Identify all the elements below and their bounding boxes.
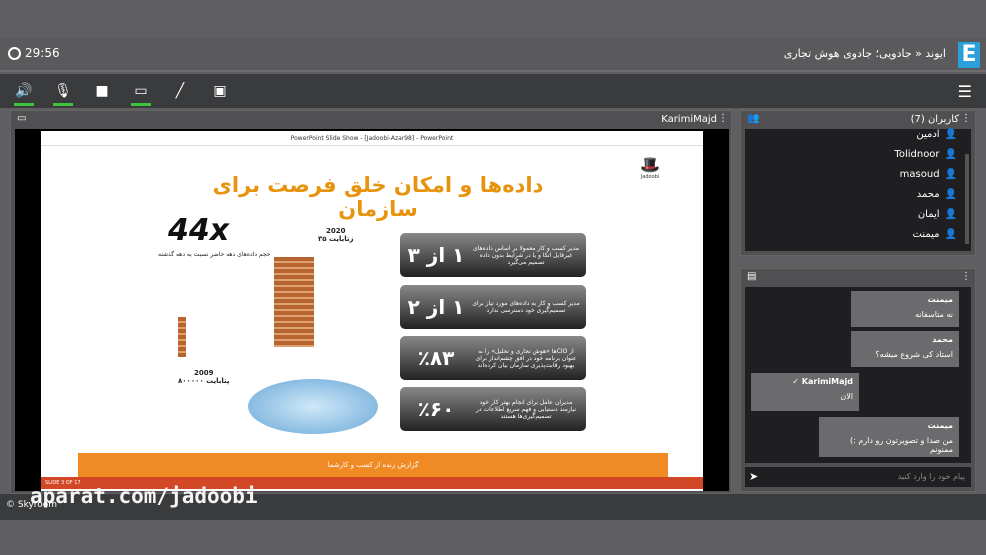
user-item[interactable]: 👤 محمد bbox=[917, 189, 957, 200]
chat-message: میمنت نه متاسفانه bbox=[851, 291, 959, 327]
scrollbar[interactable] bbox=[965, 154, 969, 244]
user-item[interactable]: 👤 ادمین bbox=[916, 129, 957, 140]
chat-panel: ▤ ⋮ میمنت نه متاسفانه محمد استاد کی شروع م… bbox=[740, 268, 976, 492]
user-item[interactable]: 👤 Tolidnoor bbox=[894, 149, 957, 160]
slide-title: داده‌ها و امکان خلق فرصت برای سازمان bbox=[212, 173, 544, 221]
big-stat: 44x bbox=[168, 213, 230, 248]
app-logo: E bbox=[958, 42, 980, 68]
panel-header: 👥 کاربران (7) ⋮ bbox=[741, 111, 975, 129]
session-timer: 29:56 bbox=[8, 46, 60, 60]
user-item[interactable]: 👤 ایمان bbox=[918, 209, 957, 220]
screen-share-panel: ▭ KarimiMajd ⋮ PowerPoint Slide Show - [… bbox=[10, 110, 732, 494]
data-stack-2020 bbox=[274, 257, 314, 347]
slide: داده‌ها و امکان خلق فرصت برای سازمان 🎩 Ja… bbox=[78, 147, 668, 477]
powerpoint-window: PowerPoint Slide Show - [Jadoobi-Azar98]… bbox=[41, 131, 703, 491]
big-stat-caption: حجم داده‌های دهه حاضر نسبت به دهه گذشته bbox=[158, 251, 271, 258]
message-input[interactable]: ➤ پیام خود را وارد کنید bbox=[745, 467, 971, 487]
user-item[interactable]: 👤 masoud bbox=[900, 169, 957, 180]
chat-messages: میمنت نه متاسفانه محمد استاد کی شروع میشه؟… bbox=[745, 287, 971, 463]
panel-header: ▤ ⋮ bbox=[741, 269, 975, 287]
social-media-image bbox=[248, 379, 378, 434]
media-icon[interactable]: ▣ bbox=[211, 82, 229, 100]
speaker-icon[interactable]: 🔊 bbox=[14, 82, 34, 106]
window-title: PowerPoint Slide Show - [Jadoobi-Azar98]… bbox=[41, 131, 703, 146]
users-icon: 👥 bbox=[747, 113, 760, 124]
users-panel: 👥 کاربران (7) ⋮ 👤 ادمین 👤 Tolidnoor 👤 masou… bbox=[740, 110, 976, 256]
data-stack-2009 bbox=[178, 317, 186, 357]
top-bar: 29:56 ایوند « جادویی؛ جادوی هوش تجاری E bbox=[0, 38, 986, 72]
users-list: 👤 ادمین 👤 Tolidnoor 👤 masoud 👤 محمد 👤 ایمان 👤… bbox=[745, 129, 971, 251]
stat-card: مدیر کسب و کار معمولا بر اساس داده‌های غ… bbox=[400, 233, 586, 277]
timer-text: 29:56 bbox=[25, 46, 60, 60]
chat-message-own: KarimiMajd ✓ الان bbox=[751, 373, 859, 411]
stat-card: از CIOها «هوش تجاری و تحلیل» را به عنوان… bbox=[400, 336, 586, 380]
year-2009: 2009 ۸۰۰۰۰۰ پتابایت bbox=[178, 369, 230, 385]
menu-icon[interactable]: ☰ bbox=[958, 82, 972, 101]
stat-card: مدیران عامل برای انجام بهتر کار خود نیاز… bbox=[400, 387, 586, 431]
more-icon[interactable]: ⋮ bbox=[718, 113, 728, 124]
more-icon[interactable]: ⋮ bbox=[961, 113, 971, 124]
clock-icon bbox=[8, 46, 21, 60]
chat-icon: ▤ bbox=[747, 271, 757, 282]
screen-share-icon[interactable]: ▭ bbox=[131, 82, 151, 106]
year-2020: 2020 ۳۵ زتابایت bbox=[318, 227, 354, 243]
slide-footer: گزارش زنده از کسب و کارشما bbox=[78, 453, 668, 477]
toolbar: 🔊 🎙 ■ ▭ ╱ ▣ ☰ bbox=[0, 74, 986, 108]
skyroom-credit: © Skyroom bbox=[6, 500, 58, 510]
microphone-icon[interactable]: 🎙 bbox=[53, 82, 73, 106]
message-placeholder: پیام خود را وارد کنید bbox=[897, 472, 965, 481]
more-icon[interactable]: ⋮ bbox=[961, 271, 971, 282]
send-icon[interactable]: ➤ bbox=[749, 470, 758, 483]
brush-icon[interactable]: ╱ bbox=[171, 82, 189, 100]
shared-screen: PowerPoint Slide Show - [Jadoobi-Azar98]… bbox=[15, 129, 729, 491]
users-title: کاربران (7) bbox=[910, 114, 959, 125]
monitor-icon: ▭ bbox=[17, 113, 27, 124]
panel-header: ▭ KarimiMajd ⋮ bbox=[11, 111, 731, 129]
jadoobi-logo: 🎩 Jadoobi bbox=[640, 155, 660, 180]
chat-message: میمنت من صدا و تصویرتون رو دارم :) ممنونم bbox=[819, 417, 959, 457]
presenter-name: KarimiMajd bbox=[661, 114, 717, 125]
chat-message: محمد استاد کی شروع میشه؟ bbox=[851, 331, 959, 367]
user-item[interactable]: 👤 میمنت bbox=[913, 229, 957, 240]
room-title: ایوند « جادویی؛ جادوی هوش تجاری bbox=[783, 47, 946, 60]
stat-card: مدیر کسب و کار به داده‌های مورد نیاز برا… bbox=[400, 285, 586, 329]
aparat-watermark: aparat.com/jadoobi bbox=[30, 484, 258, 508]
camera-icon[interactable]: ■ bbox=[93, 82, 111, 100]
